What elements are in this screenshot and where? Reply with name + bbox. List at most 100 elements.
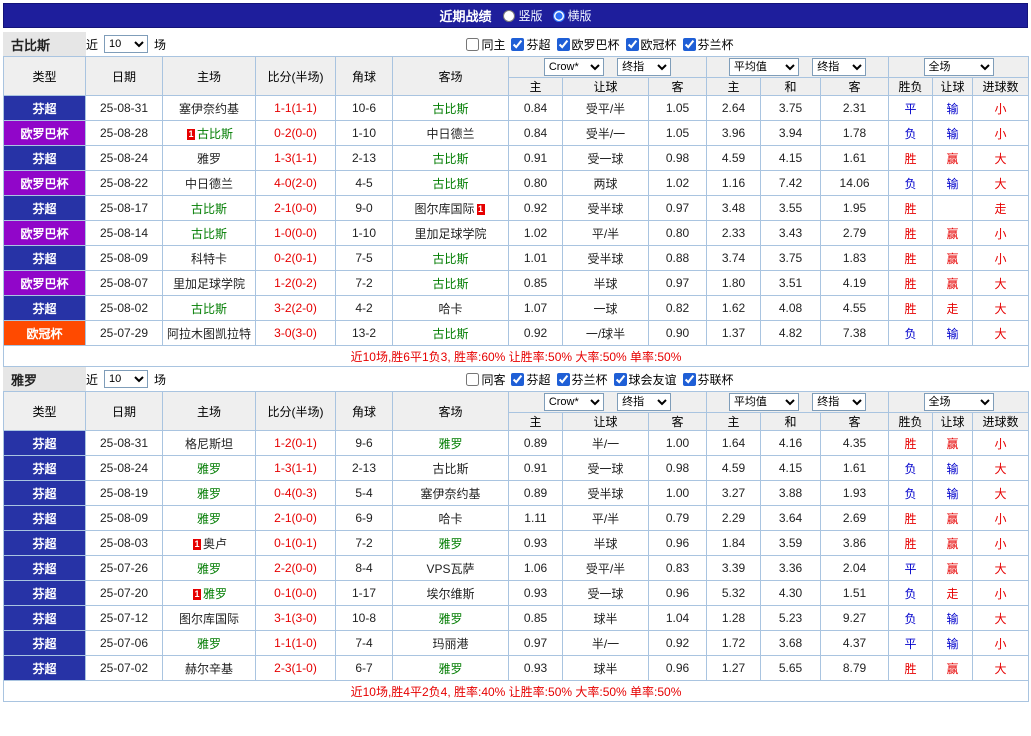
team-name: 中日德兰 xyxy=(426,126,475,141)
team-section-gubisi: 古比斯 近 10 场 同主 芬超 欧罗巴杯 欧冠杯 芬兰杯 类型 日期 主场 比分(半场… xyxy=(2,32,1030,367)
asian-home-odds: 1.06 xyxy=(508,555,563,581)
asian-home-odds: 1.01 xyxy=(508,245,563,271)
euro-stage-select[interactable]: 终指 xyxy=(812,58,867,76)
asian-stage-select[interactable]: 终指 xyxy=(617,58,672,76)
asian-source-select[interactable]: Crow* xyxy=(543,58,604,76)
recent-count-select[interactable]: 10 xyxy=(104,370,149,388)
match-row: 芬超 25-08-24 雅罗 1-3(1-1) 2-13 古比斯 0.91 受一球 0.98 4.… xyxy=(3,455,1030,481)
focus-team-name: 古比斯 xyxy=(432,101,469,116)
result-handicap: 赢 xyxy=(932,145,974,171)
score-cell: 2-3(1-0) xyxy=(255,655,336,681)
asian-home-odds: 0.80 xyxy=(508,170,563,196)
asian-handicap-line: 两球 xyxy=(562,170,649,196)
team-name: 里加足球学院 xyxy=(172,276,245,291)
result-handicap: 输 xyxy=(932,480,974,506)
recent-count-select[interactable]: 10 xyxy=(104,35,149,53)
result-handicap: 赢 xyxy=(932,270,974,296)
match-date: 25-08-31 xyxy=(85,95,163,121)
away-team-cell: 里加足球学院 xyxy=(392,220,509,246)
corners-cell: 9-6 xyxy=(335,430,393,456)
asian-away-odds: 0.83 xyxy=(647,555,708,581)
league-filter-checkbox[interactable] xyxy=(682,37,696,51)
layout-radio-input[interactable] xyxy=(503,9,516,22)
score-cell: 1-3(1-1) xyxy=(255,145,336,171)
corners-cell: 1-17 xyxy=(335,580,393,606)
focus-team-name: 古比斯 xyxy=(196,126,233,141)
corners-cell: 9-0 xyxy=(335,195,393,221)
euro-source-select[interactable]: 平均值 xyxy=(728,393,799,411)
league-filter-欧罗巴杯[interactable]: 欧罗巴杯 xyxy=(556,36,620,53)
scope-controls: 全场 xyxy=(888,391,1030,413)
asian-handicap-line: 受平/半 xyxy=(562,555,649,581)
euro-odds-controls: 平均值 终指 xyxy=(706,56,890,78)
score-cell: 1-1(1-1) xyxy=(255,95,336,121)
col-euro-away: 客 xyxy=(820,412,890,431)
euro-away-odds: 1.95 xyxy=(820,195,890,221)
match-row: 芬超 25-08-31 格尼斯坦 1-2(0-1) 9-6 雅罗 0.89 半/一 1.00 1.… xyxy=(3,430,1030,456)
league-filter-芬兰杯[interactable]: 芬兰杯 xyxy=(556,371,608,388)
euro-draw-odds: 4.16 xyxy=(760,430,822,456)
away-team-cell: 古比斯 xyxy=(392,95,509,121)
corners-cell: 7-5 xyxy=(335,245,393,271)
league-filter-checkbox[interactable] xyxy=(625,37,639,51)
league-filter-checkbox[interactable] xyxy=(466,37,480,51)
asian-away-odds: 0.90 xyxy=(647,320,708,346)
league-filter-欧冠杯[interactable]: 欧冠杯 xyxy=(625,36,677,53)
league-filters: 同主 芬超 欧罗巴杯 欧冠杯 芬兰杯 xyxy=(172,36,1028,53)
euro-away-odds: 8.79 xyxy=(820,655,890,681)
euro-stage-select[interactable]: 终指 xyxy=(812,393,867,411)
asian-source-select[interactable]: Crow* xyxy=(543,393,604,411)
scope-select[interactable]: 全场 xyxy=(923,58,994,76)
asian-home-odds: 0.97 xyxy=(508,630,563,656)
result-outcome: 胜 xyxy=(888,145,934,171)
league-filter-label: 芬联杯 xyxy=(697,372,734,387)
away-team-cell: 雅罗 xyxy=(392,655,509,681)
league-filter-checkbox[interactable] xyxy=(613,372,627,386)
euro-draw-odds: 3.36 xyxy=(760,555,822,581)
result-goals: 大 xyxy=(972,480,1030,506)
home-team-cell: 雅罗 xyxy=(162,455,256,481)
scope-select[interactable]: 全场 xyxy=(923,393,994,411)
result-goals: 小 xyxy=(972,430,1030,456)
league-filter-checkbox[interactable] xyxy=(511,372,525,386)
league-filter-checkbox[interactable] xyxy=(466,372,480,386)
league-filter-checkbox[interactable] xyxy=(556,37,570,51)
league-filter-同主[interactable]: 同主 xyxy=(466,36,505,53)
euro-draw-odds: 5.65 xyxy=(760,655,822,681)
match-row: 芬超 25-07-20 1 雅罗 0-1(0-0) 1-17 埃尔维斯 0.93 受一球 0.96… xyxy=(3,580,1030,606)
league-filter-checkbox[interactable] xyxy=(682,372,696,386)
euro-away-odds: 1.78 xyxy=(820,120,890,146)
layout-radio-横版[interactable]: 横版 xyxy=(552,7,592,24)
league-filter-芬超[interactable]: 芬超 xyxy=(511,371,551,388)
col-away: 客场 xyxy=(392,391,509,431)
league-filter-球会友谊[interactable]: 球会友谊 xyxy=(613,371,677,388)
asian-handicap-line: 受一球 xyxy=(562,580,649,606)
league-badge: 芬超 xyxy=(3,530,86,556)
layout-radio-input[interactable] xyxy=(552,9,565,22)
league-filter-芬超[interactable]: 芬超 xyxy=(511,36,551,53)
layout-radio-竖版[interactable]: 竖版 xyxy=(503,7,543,24)
section-header: 雅罗 近 10 场 同客 芬超 芬兰杯 球会友谊 芬联杯 xyxy=(3,367,1028,391)
corners-cell: 2-13 xyxy=(335,455,393,481)
home-team-cell: 雅罗 xyxy=(162,505,256,531)
team-name: 塞伊奈约基 xyxy=(178,101,239,116)
team-name: 古比斯 xyxy=(432,461,469,476)
league-badge: 芬超 xyxy=(3,430,86,456)
team-name: 图尔库国际 xyxy=(414,201,475,216)
euro-source-select[interactable]: 平均值 xyxy=(728,58,799,76)
result-handicap: 输 xyxy=(932,95,974,121)
asian-away-odds: 0.97 xyxy=(647,195,708,221)
asian-home-odds: 0.93 xyxy=(508,530,563,556)
match-row: 芬超 25-07-26 雅罗 2-2(0-0) 8-4 VPS瓦萨 1.06 受平/半 0.83… xyxy=(3,555,1030,581)
match-date: 25-08-17 xyxy=(85,195,163,221)
league-filter-芬兰杯[interactable]: 芬兰杯 xyxy=(682,36,734,53)
focus-team-name: 雅罗 xyxy=(196,636,221,651)
match-date: 25-07-20 xyxy=(85,580,163,606)
euro-away-odds: 4.55 xyxy=(820,295,890,321)
asian-handicap-line: 平/半 xyxy=(562,220,649,246)
league-filter-checkbox[interactable] xyxy=(511,37,525,51)
league-filter-checkbox[interactable] xyxy=(556,372,570,386)
league-filter-芬联杯[interactable]: 芬联杯 xyxy=(682,371,734,388)
league-filter-同客[interactable]: 同客 xyxy=(466,371,505,388)
asian-stage-select[interactable]: 终指 xyxy=(617,393,672,411)
